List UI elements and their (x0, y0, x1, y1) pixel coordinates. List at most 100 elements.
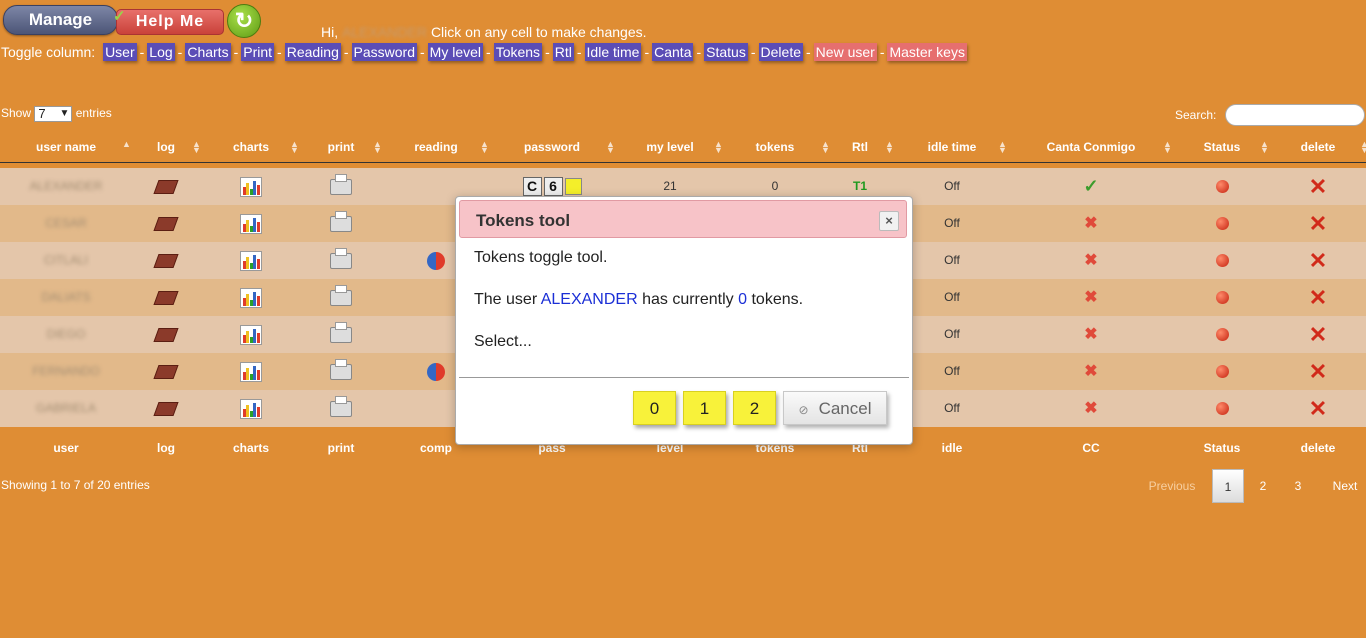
cell-log[interactable] (141, 353, 191, 390)
cell-log[interactable] (141, 390, 191, 427)
cell-delete[interactable]: ✕ (1278, 242, 1358, 279)
cell-canta-conmigo[interactable]: ✖ (1026, 353, 1156, 390)
user-name[interactable]: FERNANDO (32, 364, 99, 378)
cell-canta-conmigo[interactable]: ✖ (1026, 390, 1156, 427)
delete-icon[interactable]: ✕ (1309, 285, 1327, 310)
sort-icon[interactable]: ▲ ▼ (192, 140, 201, 155)
status-dot-icon[interactable] (1215, 254, 1229, 268)
log-book-icon[interactable] (153, 253, 179, 268)
toggle-column-tokens[interactable]: Tokens (493, 43, 543, 61)
toggle-column-idle-time[interactable]: Idle time (584, 43, 642, 61)
new-user-button[interactable]: New user (813, 43, 877, 61)
sort-icon[interactable]: ▲ ▼ (885, 140, 894, 155)
cell-charts[interactable] (221, 390, 281, 427)
token-option-2-button[interactable]: 2 (733, 391, 776, 425)
cell-status[interactable] (1182, 242, 1262, 279)
help-me-button[interactable]: Help Me (116, 9, 224, 35)
toggle-column-canta[interactable]: Canta (652, 43, 694, 61)
cell-log[interactable] (141, 242, 191, 279)
search-input[interactable] (1225, 104, 1365, 126)
sort-icon[interactable]: ▲ ▼ (1260, 140, 1269, 155)
token-option-0-button[interactable]: 0 (633, 391, 676, 425)
user-name[interactable]: CESAR (45, 216, 86, 230)
sort-icon[interactable]: ▲ (122, 140, 131, 149)
toggle-column-charts[interactable]: Charts (185, 43, 231, 61)
cell-canta-conmigo[interactable]: ✓ (1026, 168, 1156, 205)
toggle-column-delete[interactable]: Delete (758, 43, 803, 61)
toggle-column-rtl[interactable]: Rtl (552, 43, 574, 61)
x-icon[interactable]: ✖ (1084, 326, 1097, 343)
column-header-my-level[interactable]: my level (630, 132, 710, 162)
sort-icon[interactable]: ▲ ▼ (290, 140, 299, 155)
toggle-column-reading[interactable]: Reading (284, 43, 341, 61)
log-book-icon[interactable] (153, 216, 179, 231)
cell-idle-time[interactable]: Off (912, 168, 992, 205)
cell-delete[interactable]: ✕ (1278, 279, 1358, 316)
cell-print[interactable] (311, 316, 371, 353)
cell-user[interactable]: DIEGO (11, 316, 121, 353)
check-icon[interactable]: ✓ (1083, 176, 1098, 196)
user-name[interactable]: GABRIELA (36, 401, 96, 415)
log-book-icon[interactable] (153, 179, 179, 194)
column-header-canta-conmigo[interactable]: Canta Conmigo (1026, 132, 1156, 162)
cell-print[interactable] (311, 390, 371, 427)
column-header-delete[interactable]: delete (1278, 132, 1358, 162)
column-header-log[interactable]: log (141, 132, 191, 162)
sort-icon[interactable]: ▲ ▼ (714, 140, 723, 155)
user-name[interactable]: DALIATS (41, 290, 90, 304)
toggle-column-my-level[interactable]: My level (427, 43, 484, 61)
refresh-icon[interactable]: ↻ (227, 4, 261, 38)
cell-idle-time[interactable]: Off (912, 390, 992, 427)
column-header-rtl[interactable]: Rtl (835, 132, 885, 162)
status-dot-icon[interactable] (1215, 291, 1229, 305)
log-book-icon[interactable] (153, 327, 179, 342)
toggle-column-log[interactable]: Log (147, 43, 175, 61)
previous-page-button[interactable]: Previous (1148, 469, 1196, 503)
bar-chart-icon[interactable] (240, 176, 262, 197)
cell-status[interactable] (1182, 168, 1262, 205)
printer-icon[interactable] (330, 247, 352, 269)
cell-print[interactable] (311, 353, 371, 390)
pie-chart-icon[interactable] (427, 251, 445, 270)
bar-chart-icon[interactable] (240, 361, 262, 382)
toggle-column-user[interactable]: User (103, 43, 137, 61)
cell-user[interactable]: DALIATS (11, 279, 121, 316)
cell-charts[interactable] (221, 316, 281, 353)
cell-idle-time[interactable]: Off (912, 242, 992, 279)
bar-chart-icon[interactable] (240, 250, 262, 271)
delete-icon[interactable]: ✕ (1309, 396, 1327, 421)
cell-delete[interactable]: ✕ (1278, 168, 1358, 205)
toggle-column-status[interactable]: Status (704, 43, 748, 61)
toggle-column-print[interactable]: Print (241, 43, 275, 61)
delete-icon[interactable]: ✕ (1309, 174, 1327, 199)
printer-icon[interactable] (330, 321, 352, 343)
column-header-password[interactable]: password (492, 132, 612, 162)
cell-print[interactable] (311, 279, 371, 316)
column-header-charts[interactable]: charts (221, 132, 281, 162)
page-button-1[interactable]: 1 (1212, 469, 1244, 503)
pie-chart-icon[interactable] (427, 362, 445, 381)
cell-charts[interactable] (221, 279, 281, 316)
cell-print[interactable] (311, 242, 371, 279)
column-header-tokens[interactable]: tokens (740, 132, 810, 162)
toggle-column-password[interactable]: Password (351, 43, 417, 61)
cell-delete[interactable]: ✕ (1278, 205, 1358, 242)
bar-chart-icon[interactable] (240, 398, 262, 419)
cell-user[interactable]: ALEXANDER (11, 168, 121, 205)
cell-user[interactable]: GABRIELA (11, 390, 121, 427)
cell-canta-conmigo[interactable]: ✖ (1026, 205, 1156, 242)
sort-icon[interactable]: ▲ ▼ (821, 140, 830, 155)
column-header-idle-time[interactable]: idle time (912, 132, 992, 162)
column-header-status[interactable]: Status (1182, 132, 1262, 162)
cell-delete[interactable]: ✕ (1278, 390, 1358, 427)
delete-icon[interactable]: ✕ (1309, 359, 1327, 384)
user-name[interactable]: ALEXANDER (30, 179, 103, 193)
next-page-button[interactable]: Next (1330, 469, 1360, 503)
delete-icon[interactable]: ✕ (1309, 322, 1327, 347)
sort-icon[interactable]: ▲ ▼ (1163, 140, 1172, 155)
sort-icon[interactable]: ▲ ▼ (1360, 140, 1366, 155)
cell-idle-time[interactable]: Off (912, 316, 992, 353)
cell-status[interactable] (1182, 390, 1262, 427)
page-button-2[interactable]: 2 (1253, 469, 1273, 503)
sort-icon[interactable]: ▲ ▼ (480, 140, 489, 155)
